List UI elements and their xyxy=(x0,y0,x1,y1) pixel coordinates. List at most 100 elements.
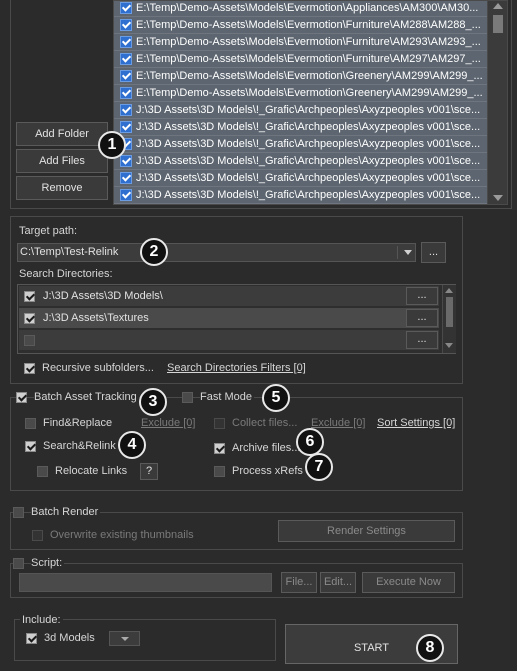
callout-badge-3: 3 xyxy=(139,388,167,416)
find-replace-exclude-link[interactable]: Exclude [0] xyxy=(141,417,195,429)
script-edit-button[interactable]: Edit... xyxy=(320,572,356,593)
file-item-checkbox[interactable] xyxy=(120,87,132,99)
script-path-input[interactable] xyxy=(19,573,272,592)
search-dir-checkbox[interactable] xyxy=(24,335,35,346)
remove-button[interactable]: Remove xyxy=(16,176,108,200)
callout-badge-1: 1 xyxy=(98,131,126,159)
search-dir-row[interactable]: ... xyxy=(19,330,439,350)
file-list-item[interactable]: J:\3D Assets\3D Models\!_Grafic\Archpeop… xyxy=(114,102,487,119)
search-dir-browse-button[interactable]: ... xyxy=(406,331,438,349)
script-label: Script: xyxy=(31,557,65,569)
file-list-item[interactable]: J:\3D Assets\3D Models\!_Grafic\Archpeop… xyxy=(114,136,487,153)
file-item-path: E:\Temp\Demo-Assets\Models\Evermotion\Gr… xyxy=(136,87,483,99)
file-list-item[interactable]: E:\Temp\Demo-Assets\Models\Evermotion\Fu… xyxy=(114,34,487,51)
overwrite-thumbnails-checkbox[interactable] xyxy=(32,530,43,541)
file-list-item[interactable]: J:\3D Assets\3D Models\!_Grafic\Archpeop… xyxy=(114,119,487,136)
file-list-item[interactable]: E:\Temp\Demo-Assets\Models\Evermotion\Ap… xyxy=(114,1,487,17)
search-dir-path: J:\3D Assets\Textures xyxy=(43,312,149,324)
file-item-path: J:\3D Assets\3D Models\!_Grafic\Archpeop… xyxy=(136,155,481,167)
add-files-button[interactable]: Add Files xyxy=(16,149,108,173)
search-directories-filters-link[interactable]: Search Directories Filters [0] xyxy=(167,362,306,374)
chevron-down-icon[interactable] xyxy=(404,250,412,255)
file-list[interactable]: J:\3D Assets\3D Models\!_Grafic\Archpeop… xyxy=(113,0,508,205)
file-list-item[interactable]: E:\Temp\Demo-Assets\Models\Evermotion\Gr… xyxy=(114,68,487,85)
search-dir-checkbox[interactable] xyxy=(24,291,35,302)
archive-files-checkbox[interactable] xyxy=(214,443,225,454)
search-dir-browse-button[interactable]: ... xyxy=(406,309,438,327)
file-item-checkbox[interactable] xyxy=(120,70,132,82)
file-item-checkbox[interactable] xyxy=(120,189,132,201)
target-browse-button[interactable]: ... xyxy=(421,242,446,263)
include-3d-models-checkbox[interactable] xyxy=(26,633,37,644)
file-item-checkbox[interactable] xyxy=(120,104,132,116)
add-folder-button[interactable]: Add Folder xyxy=(16,122,108,146)
file-item-path: J:\3D Assets\3D Models\!_Grafic\Archpeop… xyxy=(136,121,481,133)
file-list-item[interactable]: J:\3D Assets\3D Models\!_Grafic\Archpeop… xyxy=(114,187,487,204)
search-dir-path: J:\3D Assets\3D Models\ xyxy=(43,290,163,302)
search-dirs-scrollbar[interactable] xyxy=(442,285,456,353)
target-path-dropdown[interactable]: C:\Temp\Test-Relink xyxy=(17,243,416,262)
relocate-links-checkbox[interactable] xyxy=(37,466,48,477)
file-item-path: J:\3D Assets\3D Models\!_Grafic\Archpeop… xyxy=(136,172,481,184)
callout-badge-7: 7 xyxy=(305,453,333,481)
file-item-checkbox[interactable] xyxy=(120,155,132,167)
archive-files-label: Archive files... xyxy=(232,442,301,454)
fast-mode-checkbox[interactable] xyxy=(182,392,193,403)
file-item-checkbox[interactable] xyxy=(120,2,132,14)
scroll-down-icon[interactable] xyxy=(493,195,503,201)
file-item-checkbox[interactable] xyxy=(120,121,132,133)
relocate-links-label: Relocate Links xyxy=(55,465,128,477)
file-item-checkbox[interactable] xyxy=(120,53,132,65)
script-file-button[interactable]: File... xyxy=(281,572,317,593)
search-dir-row[interactable]: J:\3D Assets\3D Models\ ... xyxy=(19,286,439,306)
overwrite-thumbnails-label: Overwrite existing thumbnails xyxy=(50,529,194,541)
collect-files-checkbox[interactable] xyxy=(214,418,225,429)
recursive-subfolders-label: Recursive subfolders... xyxy=(42,362,154,374)
include-models-dropdown[interactable] xyxy=(109,631,140,646)
collect-files-label: Collect files... xyxy=(232,417,298,429)
search-dir-row[interactable]: J:\3D Assets\Textures ... xyxy=(19,308,439,328)
callout-badge-8: 8 xyxy=(416,634,444,662)
file-item-checkbox[interactable] xyxy=(120,172,132,184)
file-item-checkbox[interactable] xyxy=(120,36,132,48)
scroll-down-icon[interactable] xyxy=(445,343,453,348)
scroll-up-icon[interactable] xyxy=(493,3,503,9)
chevron-down-icon[interactable] xyxy=(121,637,129,641)
help-button[interactable]: ? xyxy=(140,463,158,480)
scroll-thumb[interactable] xyxy=(493,15,503,33)
search-dir-browse-button[interactable]: ... xyxy=(406,287,438,305)
file-list-scrollbar[interactable] xyxy=(487,1,507,204)
process-xrefs-label: Process xRefs xyxy=(232,465,303,477)
file-list-item[interactable]: J:\3D Assets\3D Models\!_Grafic\Archpeop… xyxy=(114,153,487,170)
collect-files-exclude-link[interactable]: Exclude [0] xyxy=(311,417,365,429)
file-item-path: J:\3D Assets\3D Models\!_Grafic\Archpeop… xyxy=(136,138,481,150)
execute-now-button[interactable]: Execute Now xyxy=(362,572,455,593)
file-list-item[interactable]: E:\Temp\Demo-Assets\Models\Evermotion\Gr… xyxy=(114,85,487,102)
file-item-path: E:\Temp\Demo-Assets\Models\Evermotion\Ap… xyxy=(136,2,479,14)
fast-mode-label: Fast Mode xyxy=(200,391,254,403)
batch-render-checkbox[interactable] xyxy=(13,507,24,518)
sort-settings-link[interactable]: Sort Settings [0] xyxy=(377,417,455,429)
recursive-subfolders-checkbox[interactable] xyxy=(24,363,35,374)
find-replace-checkbox[interactable] xyxy=(25,418,36,429)
file-list-item[interactable]: E:\Temp\Demo-Assets\Models\Evermotion\Fu… xyxy=(114,17,487,34)
file-list-item[interactable]: J:\3D Assets\3D Models\!_Grafic\Archpeop… xyxy=(114,170,487,187)
callout-badge-2: 2 xyxy=(140,238,168,266)
batch-asset-tracking-checkbox[interactable] xyxy=(16,392,27,403)
script-checkbox[interactable] xyxy=(13,558,24,569)
process-xrefs-checkbox[interactable] xyxy=(214,466,225,477)
file-list-item[interactable]: E:\Temp\Demo-Assets\Models\Evermotion\Fu… xyxy=(114,51,487,68)
render-settings-button[interactable]: Render Settings xyxy=(278,520,455,542)
search-relink-checkbox[interactable] xyxy=(25,441,36,452)
scroll-thumb[interactable] xyxy=(446,297,453,327)
file-item-checkbox[interactable] xyxy=(120,19,132,31)
dropdown-divider xyxy=(397,246,398,259)
search-directories-list[interactable]: J:\3D Assets\3D Models\ ... J:\3D Assets… xyxy=(17,284,456,354)
batch-asset-tracking-label: Batch Asset Tracking xyxy=(34,391,139,403)
search-dir-checkbox[interactable] xyxy=(24,313,35,324)
batch-render-label: Batch Render xyxy=(31,506,101,518)
include-3d-models-label: 3d Models xyxy=(44,632,95,644)
callout-badge-5: 5 xyxy=(262,384,290,412)
scroll-up-icon[interactable] xyxy=(445,288,453,293)
file-item-path: J:\3D Assets\3D Models\!_Grafic\Archpeop… xyxy=(136,189,481,201)
